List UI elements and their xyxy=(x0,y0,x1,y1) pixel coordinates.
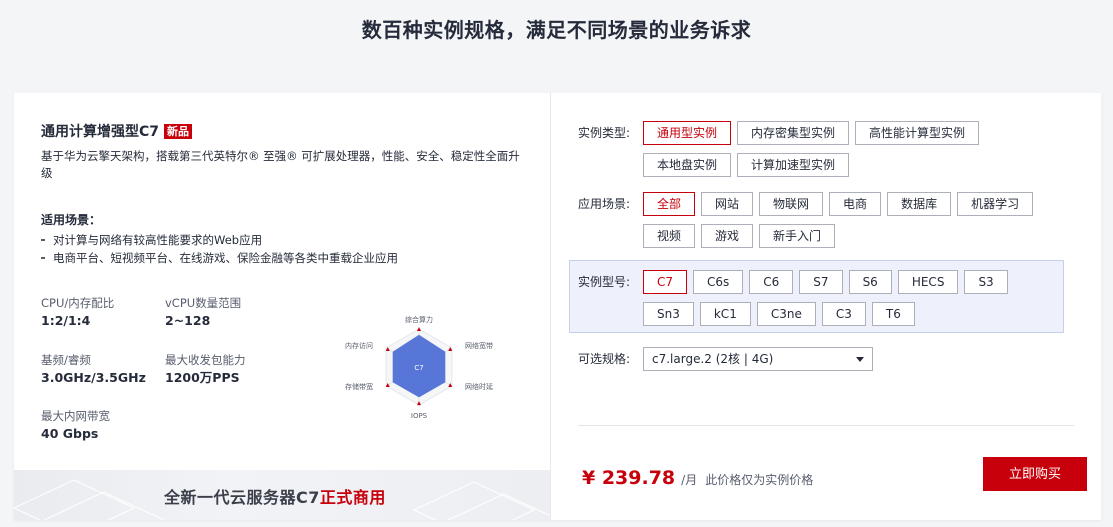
model-c7[interactable]: C7 xyxy=(643,270,688,294)
spec-bandwidth: 最大内网带宽 40 Gbps xyxy=(41,409,110,441)
product-name: 通用计算增强型C7 xyxy=(41,124,160,140)
price-note: 此价格仅为实例价格 xyxy=(705,473,814,487)
model-c6[interactable]: C6 xyxy=(749,270,794,294)
option-memory-intensive[interactable]: 内存密集型实例 xyxy=(737,121,850,145)
scenario-database[interactable]: 数据库 xyxy=(887,192,952,216)
banner-text: 全新一代云服务器C7正式商用 xyxy=(164,488,386,507)
model-t6[interactable]: T6 xyxy=(871,302,915,326)
spec-row: 可选规格: c7.large.2 (2核 | 4G) xyxy=(578,347,873,371)
scenario-video[interactable]: 视频 xyxy=(643,224,696,248)
list-item: 对计算与网络有较高性能要求的Web应用 xyxy=(41,231,398,249)
option-high-performance[interactable]: 高性能计算型实例 xyxy=(855,121,980,145)
radar-center-label: C7 xyxy=(414,364,423,372)
scenario-iot[interactable]: 物联网 xyxy=(759,192,824,216)
option-local-disk[interactable]: 本地盘实例 xyxy=(643,153,732,177)
scenario-row: 应用场景: 全部 网站 物联网 电商 数据库 机器学习 视频 游戏 新手入门 xyxy=(578,192,1063,256)
model-c3[interactable]: C3 xyxy=(821,302,866,326)
option-accelerated[interactable]: 计算加速型实例 xyxy=(737,153,850,177)
radar-axis-label: 内存访问 xyxy=(345,341,373,350)
scenes-title: 适用场景： xyxy=(41,213,102,227)
performance-radar-chart: C7 综合算力网络宽带网络时延 IOPS 存储带宽 内存访问 xyxy=(345,315,493,420)
scenario-machine-learning[interactable]: 机器学习 xyxy=(957,192,1034,216)
promo-banner: 全新一代云服务器C7正式商用 xyxy=(14,470,550,520)
radar-axis-label: 综合算力 xyxy=(405,315,433,324)
divider xyxy=(578,425,1074,426)
instance-type-options: 通用型实例 内存密集型实例 高性能计算型实例 本地盘实例 计算加速型实例 xyxy=(643,121,1063,185)
scenario-game[interactable]: 游戏 xyxy=(701,224,754,248)
scenes-list: 对计算与网络有较高性能要求的Web应用 电商平台、短视频平台、在线游戏、保险金融… xyxy=(41,231,398,267)
scenario-options: 全部 网站 物联网 电商 数据库 机器学习 视频 游戏 新手入门 xyxy=(643,192,1063,256)
price-amount: ¥ 239.78 xyxy=(582,467,676,489)
model-s3[interactable]: S3 xyxy=(964,270,1008,294)
radar-marker xyxy=(417,327,421,331)
spec-cpu-memory-ratio: CPU/内存配比 1:2/1:4 xyxy=(41,296,115,328)
product-panel: 通用计算增强型C7 新品 基于华为云擎天架构，搭载第三代英特尔® 至强® 可扩展… xyxy=(14,93,551,520)
model-hecs[interactable]: HECS xyxy=(897,270,959,294)
instance-card: 通用计算增强型C7 新品 基于华为云擎天架构，搭载第三代英特尔® 至强® 可扩展… xyxy=(14,93,1101,520)
new-badge: 新品 xyxy=(164,123,193,139)
scenario-website[interactable]: 网站 xyxy=(701,192,754,216)
product-description: 基于华为云擎天架构，搭载第三代英特尔® 至强® 可扩展处理器，性能、安全、稳定性… xyxy=(41,149,520,180)
scenario-ecommerce[interactable]: 电商 xyxy=(829,192,882,216)
model-s6[interactable]: S6 xyxy=(848,270,892,294)
radar-axis-label: IOPS xyxy=(411,412,428,420)
list-item: 电商平台、短视频平台、在线游戏、保险金融等各类中重载企业应用 xyxy=(41,249,398,267)
model-row: 实例型号: C7 C6s C6 S7 S6 HECS S3 Sn3 kC1 C3… xyxy=(578,270,1043,334)
model-kc1[interactable]: kC1 xyxy=(699,302,751,326)
model-options: C7 C6s C6 S7 S6 HECS S3 Sn3 kC1 C3ne C3 … xyxy=(643,270,1043,334)
filter-panel: 实例类型: 通用型实例 内存密集型实例 高性能计算型实例 本地盘实例 计算加速型… xyxy=(551,93,1101,520)
page-title: 数百种实例规格，满足不同场景的业务诉求 xyxy=(361,18,752,42)
radar-axis-label: 存储带宽 xyxy=(345,382,373,391)
bullet-icon xyxy=(41,239,45,241)
bullet-icon xyxy=(41,257,45,259)
instance-type-row: 实例类型: 通用型实例 内存密集型实例 高性能计算型实例 本地盘实例 计算加速型… xyxy=(578,121,1063,185)
model-sn3[interactable]: Sn3 xyxy=(643,302,694,326)
scenario-beginner[interactable]: 新手入门 xyxy=(759,224,836,248)
product-title: 通用计算增强型C7 新品 xyxy=(41,121,193,141)
spec-select[interactable]: c7.large.2 (2核 | 4G) xyxy=(643,347,873,371)
price-unit: /月 xyxy=(681,473,698,487)
price-info: ¥ 239.78 /月 此价格仅为实例价格 xyxy=(582,467,813,489)
spec-frequency: 基频/睿频 3.0GHz/3.5GHz xyxy=(41,353,146,385)
caret-down-icon xyxy=(856,356,864,362)
spec-vcpu-range: vCPU数量范围 2~128 xyxy=(165,296,242,328)
spec-pps: 最大收发包能力 1200万PPS xyxy=(165,353,246,385)
radar-axis-label: 网络宽带 xyxy=(465,341,493,350)
model-s7[interactable]: S7 xyxy=(799,270,843,294)
buy-now-button[interactable]: 立即购买 xyxy=(983,457,1087,491)
model-c6s[interactable]: C6s xyxy=(693,270,744,294)
radar-axis-label: 网络时延 xyxy=(465,382,493,391)
option-general[interactable]: 通用型实例 xyxy=(643,121,732,145)
scenario-all[interactable]: 全部 xyxy=(643,192,696,216)
model-c3ne[interactable]: C3ne xyxy=(756,302,816,326)
